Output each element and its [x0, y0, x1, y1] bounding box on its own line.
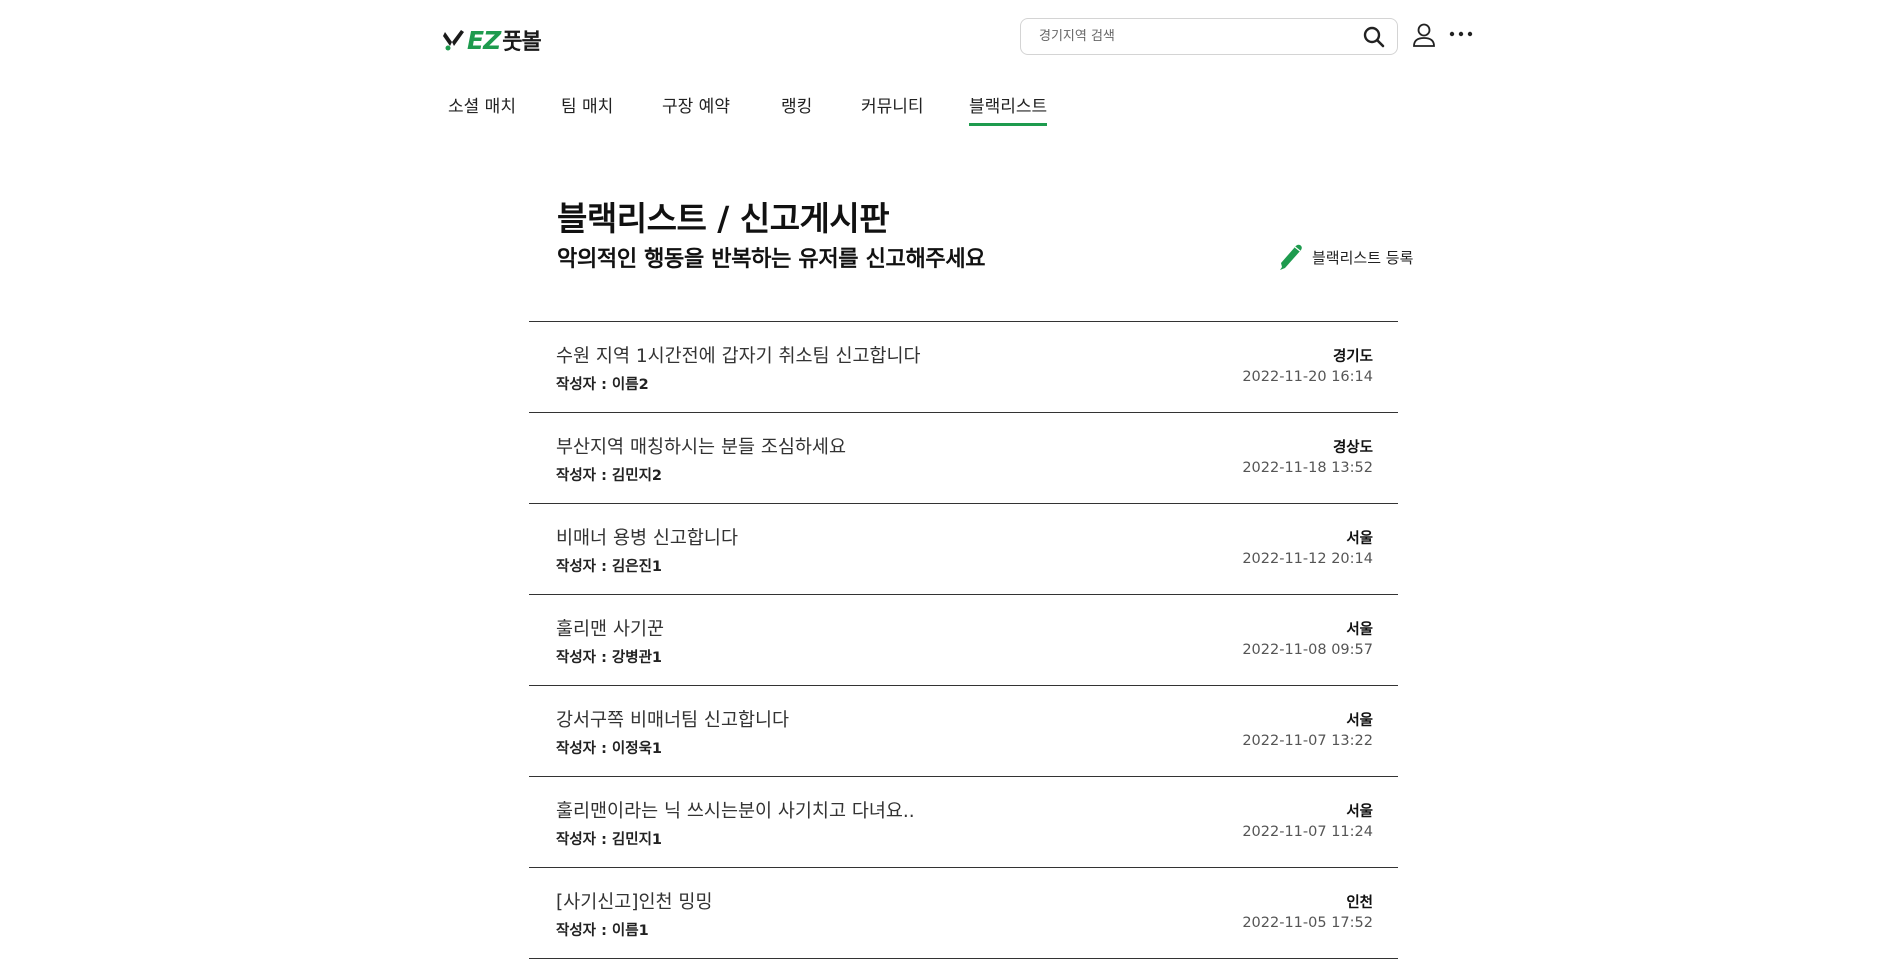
post-title[interactable]: 훌리맨 사기꾼: [556, 615, 664, 641]
more-icon[interactable]: [1448, 26, 1474, 42]
post-date: 2022-11-07 13:22: [1242, 733, 1373, 749]
post-author: 작성자 : 이름1: [556, 923, 649, 939]
post-author: 작성자 : 김민지1: [556, 832, 663, 848]
post-author: 작성자 : 김은진1: [556, 559, 663, 575]
post-row[interactable]: 수원 지역 1시간전에 갑자기 취소팀 신고합니다 작성자 : 이름2 경기도 …: [529, 322, 1398, 413]
post-title[interactable]: 수원 지역 1시간전에 갑자기 취소팀 신고합니다: [556, 342, 921, 368]
post-date: 2022-11-07 11:24: [1242, 824, 1373, 840]
post-row[interactable]: 강서구쪽 비매너팀 신고합니다 작성자 : 이정욱1 서울 2022-11-07…: [529, 686, 1398, 777]
register-blacklist-button[interactable]: 블랙리스트 등록: [1276, 243, 1413, 271]
page-subtitle: 악의적인 행동을 반복하는 유저를 신고해주세요: [557, 247, 986, 272]
logo-mark-icon: [443, 30, 464, 51]
tab-ranking[interactable]: 랭킹: [781, 92, 861, 124]
post-title[interactable]: 훌리맨이라는 닉 쓰시는분이 사기치고 다녀요..: [556, 797, 915, 823]
post-title[interactable]: [사기신고]인천 밍밍: [556, 888, 712, 914]
post-author: 작성자 : 이름2: [556, 377, 649, 393]
tab-field-reservation[interactable]: 구장 예약: [662, 92, 781, 124]
post-author: 작성자 : 강병관1: [556, 650, 663, 666]
post-region: 경상도: [1332, 440, 1373, 456]
post-region: 서울: [1346, 804, 1373, 820]
search-icon[interactable]: [1363, 26, 1385, 48]
post-region: 서울: [1346, 713, 1373, 729]
post-title[interactable]: 비매너 용병 신고합니다: [556, 524, 738, 550]
post-row[interactable]: [사기신고]인천 밍밍 작성자 : 이름1 인천 2022-11-05 17:5…: [529, 868, 1398, 959]
post-row[interactable]: 훌리맨 사기꾼 작성자 : 강병관1 서울 2022-11-08 09:57: [529, 595, 1398, 686]
post-region: 서울: [1346, 622, 1373, 638]
tab-social-match[interactable]: 소셜 매치: [448, 92, 561, 124]
search-bar: [1020, 18, 1398, 55]
post-date: 2022-11-20 16:14: [1242, 369, 1373, 385]
post-region: 경기도: [1332, 349, 1373, 365]
post-row[interactable]: 비매너 용병 신고합니다 작성자 : 김은진1 서울 2022-11-12 20…: [529, 504, 1398, 595]
post-region: 인천: [1346, 895, 1373, 911]
post-date: 2022-11-05 17:52: [1242, 915, 1373, 931]
post-region: 서울: [1346, 531, 1373, 547]
post-list: 수원 지역 1시간전에 갑자기 취소팀 신고합니다 작성자 : 이름2 경기도 …: [529, 321, 1398, 959]
post-row[interactable]: 훌리맨이라는 닉 쓰시는분이 사기치고 다녀요.. 작성자 : 김민지1 서울 …: [529, 777, 1398, 868]
tab-team-match[interactable]: 팀 매치: [561, 92, 662, 124]
post-author: 작성자 : 이정욱1: [556, 741, 663, 757]
logo[interactable]: EZ 풋볼: [443, 24, 542, 56]
tab-blacklist[interactable]: 블랙리스트: [969, 92, 1048, 126]
post-date: 2022-11-18 13:52: [1242, 460, 1373, 476]
post-date: 2022-11-12 20:14: [1242, 551, 1373, 567]
post-date: 2022-11-08 09:57: [1242, 642, 1373, 658]
page-title: 블랙리스트 / 신고게시판: [557, 199, 890, 238]
logo-text-kr: 풋볼: [502, 30, 541, 55]
register-label: 블랙리스트 등록: [1312, 248, 1414, 267]
search-input[interactable]: [1039, 29, 1363, 44]
main-nav: 소셜 매치 팀 매치 구장 예약 랭킹 커뮤니티 블랙리스트: [448, 92, 1048, 126]
post-title[interactable]: 강서구쪽 비매너팀 신고합니다: [556, 706, 789, 732]
post-author: 작성자 : 김민지2: [556, 468, 663, 484]
tab-community[interactable]: 커뮤니티: [861, 92, 969, 124]
post-row[interactable]: 부산지역 매칭하시는 분들 조심하세요 작성자 : 김민지2 경상도 2022-…: [529, 413, 1398, 504]
post-title[interactable]: 부산지역 매칭하시는 분들 조심하세요: [556, 433, 846, 459]
user-icon[interactable]: [1412, 22, 1436, 48]
logo-text-en: EZ: [467, 25, 501, 55]
pen-icon: [1280, 244, 1302, 270]
